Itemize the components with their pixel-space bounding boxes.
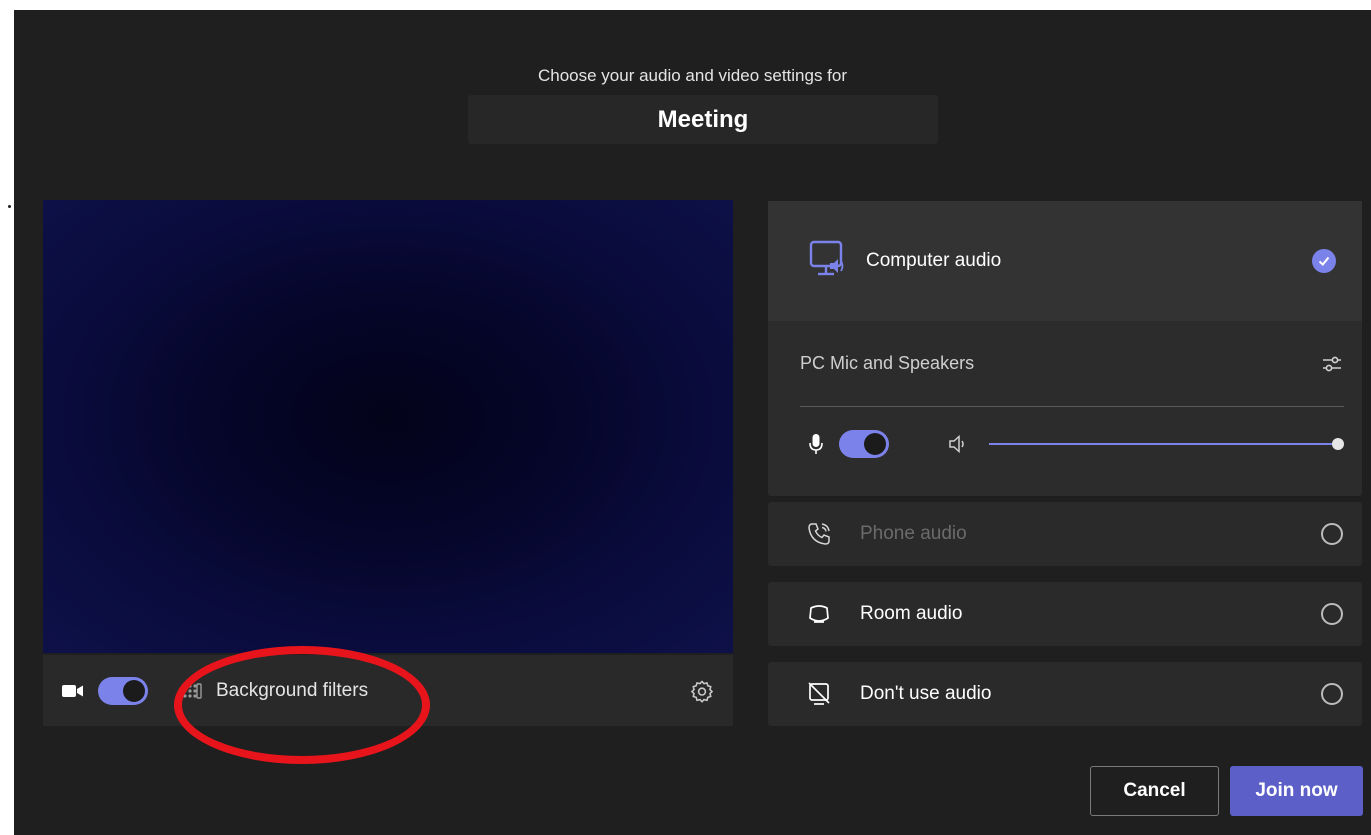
no-audio-icon bbox=[806, 681, 832, 707]
meeting-title: Meeting bbox=[468, 95, 938, 144]
device-settings-icon[interactable] bbox=[1320, 352, 1344, 376]
video-preview bbox=[43, 200, 733, 653]
audio-device-label: PC Mic and Speakers bbox=[800, 353, 975, 373]
gear-icon[interactable] bbox=[689, 678, 715, 704]
audio-controls-row bbox=[768, 407, 1362, 481]
audio-device-row[interactable]: PC Mic and Speakers bbox=[800, 321, 1344, 407]
volume-track bbox=[989, 443, 1338, 445]
volume-thumb[interactable] bbox=[1332, 438, 1344, 450]
computer-audio-panel: Computer audio PC Mic and Speakers bbox=[768, 201, 1362, 496]
camera-icon bbox=[61, 679, 85, 703]
computer-audio-icon bbox=[808, 239, 846, 284]
microphone-toggle-knob bbox=[864, 433, 886, 455]
pre-join-screen: Choose your audio and video settings for… bbox=[14, 10, 1371, 835]
microphone-icon bbox=[808, 432, 824, 456]
stray-dot bbox=[8, 205, 11, 208]
phone-audio-radio bbox=[1321, 523, 1343, 545]
computer-audio-label: Computer audio bbox=[866, 250, 1002, 271]
computer-audio-option[interactable]: Computer audio bbox=[768, 201, 1362, 321]
camera-toggle[interactable] bbox=[98, 676, 148, 705]
room-audio-icon bbox=[806, 601, 832, 627]
no-audio-label: Don't use audio bbox=[860, 683, 992, 704]
no-audio-radio[interactable] bbox=[1321, 683, 1343, 705]
phone-audio-option: Phone audio bbox=[768, 502, 1362, 566]
join-now-button[interactable]: Join now bbox=[1230, 766, 1363, 816]
speaker-icon bbox=[947, 433, 969, 455]
speaker-volume-slider[interactable] bbox=[989, 434, 1344, 454]
cancel-button[interactable]: Cancel bbox=[1090, 766, 1219, 816]
room-audio-option[interactable]: Room audio bbox=[768, 582, 1362, 646]
room-audio-label: Room audio bbox=[860, 603, 963, 624]
red-highlight-annotation bbox=[174, 646, 430, 764]
room-audio-radio[interactable] bbox=[1321, 603, 1343, 625]
camera-toggle-knob bbox=[123, 679, 145, 702]
phone-audio-icon bbox=[806, 521, 832, 547]
pre-join-subtitle: Choose your audio and video settings for bbox=[537, 66, 848, 85]
microphone-toggle[interactable] bbox=[839, 430, 889, 458]
phone-audio-label: Phone audio bbox=[860, 523, 967, 544]
no-audio-option[interactable]: Don't use audio bbox=[768, 662, 1362, 726]
checkmark-icon bbox=[1312, 249, 1336, 273]
